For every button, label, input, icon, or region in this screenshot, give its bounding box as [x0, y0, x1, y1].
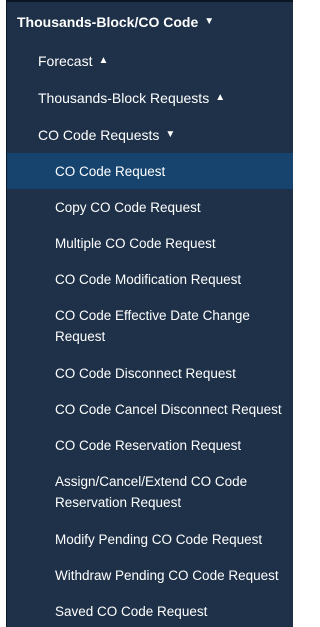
- menu-item-co-code-cancel-disconnect-request[interactable]: CO Code Cancel Disconnect Request: [7, 391, 293, 427]
- menu-item-co-code-reservation-request[interactable]: CO Code Reservation Request: [7, 427, 293, 463]
- caret-up-icon: ▲: [215, 91, 226, 103]
- menu-header-label: Thousands-Block/CO Code: [17, 14, 199, 30]
- caret-down-icon: ▼: [165, 128, 176, 140]
- menu-group-label: Thousands-Block Requests: [38, 89, 210, 106]
- menu-item-label: Withdraw Pending CO Code Request: [55, 567, 279, 583]
- menu-item-label: CO Code Effective Date Change Request: [55, 308, 250, 344]
- menu-group-label: CO Code Requests: [38, 126, 160, 143]
- caret-up-icon: ▲: [98, 54, 109, 66]
- menu-item-label: CO Code Request: [55, 163, 166, 179]
- menu-group-forecast[interactable]: Forecast ▲: [7, 42, 293, 79]
- menu-item-co-code-disconnect-request[interactable]: CO Code Disconnect Request: [7, 355, 293, 391]
- menu-item-label: Copy CO Code Request: [55, 199, 201, 215]
- menu-item-modify-pending-co-code-request[interactable]: Modify Pending CO Code Request: [7, 521, 293, 557]
- menu-group-label: Forecast: [38, 52, 93, 69]
- caret-down-icon: ▼: [204, 16, 215, 27]
- menu-item-saved-co-code-request[interactable]: Saved CO Code Request: [7, 593, 293, 627]
- menu-item-label: Saved CO Code Request: [55, 603, 208, 619]
- menu-group-thousands-block-requests[interactable]: Thousands-Block Requests ▲: [7, 79, 293, 116]
- menu-item-withdraw-pending-co-code-request[interactable]: Withdraw Pending CO Code Request: [7, 557, 293, 593]
- menu-item-copy-co-code-request[interactable]: Copy CO Code Request: [7, 189, 293, 225]
- menu-item-co-code-effective-date-change-request[interactable]: CO Code Effective Date Change Request: [7, 297, 293, 355]
- menu-item-label: Multiple CO Code Request: [55, 235, 216, 251]
- menu-group-co-code-requests[interactable]: CO Code Requests ▼: [7, 116, 293, 153]
- menu-item-label: CO Code Modification Request: [55, 271, 242, 287]
- menu-item-co-code-modification-request[interactable]: CO Code Modification Request: [7, 261, 293, 297]
- menu-item-label: CO Code Disconnect Request: [55, 365, 236, 381]
- menu-item-label: CO Code Cancel Disconnect Request: [55, 401, 282, 417]
- menu-item-multiple-co-code-request[interactable]: Multiple CO Code Request: [7, 225, 293, 261]
- nav-menu: Thousands-Block/CO Code ▼ Forecast ▲ Tho…: [6, 0, 293, 627]
- menu-item-label: Assign/Cancel/Extend CO Code Reservation…: [55, 474, 248, 510]
- menu-item-label: Modify Pending CO Code Request: [55, 531, 263, 547]
- menu-item-assign-cancel-extend-reservation-request[interactable]: Assign/Cancel/Extend CO Code Reservation…: [7, 463, 293, 521]
- menu-header-thousands-block-co-code[interactable]: Thousands-Block/CO Code ▼: [7, 2, 293, 42]
- menu-item-label: CO Code Reservation Request: [55, 437, 242, 453]
- menu-item-co-code-request[interactable]: CO Code Request: [7, 153, 293, 189]
